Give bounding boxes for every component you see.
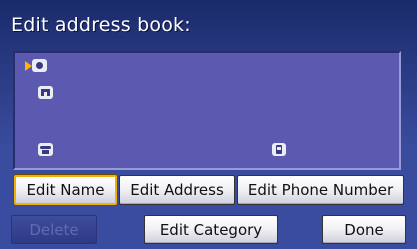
address-entry-panel xyxy=(13,51,401,170)
home-icon xyxy=(38,86,53,99)
edit-phone-number-button[interactable]: Edit Phone Number xyxy=(237,175,404,205)
delete-button[interactable]: Delete xyxy=(11,215,97,244)
name-icon xyxy=(32,59,47,72)
cell-phone-icon xyxy=(272,143,286,156)
edit-category-button[interactable]: Edit Category xyxy=(144,215,278,244)
home-phone-icon xyxy=(38,143,53,156)
selection-pointer-icon xyxy=(25,61,32,71)
done-button[interactable]: Done xyxy=(322,215,406,244)
page-title: Edit address book: xyxy=(11,14,191,36)
edit-name-button[interactable]: Edit Name xyxy=(14,175,117,205)
edit-address-button[interactable]: Edit Address xyxy=(119,175,235,205)
